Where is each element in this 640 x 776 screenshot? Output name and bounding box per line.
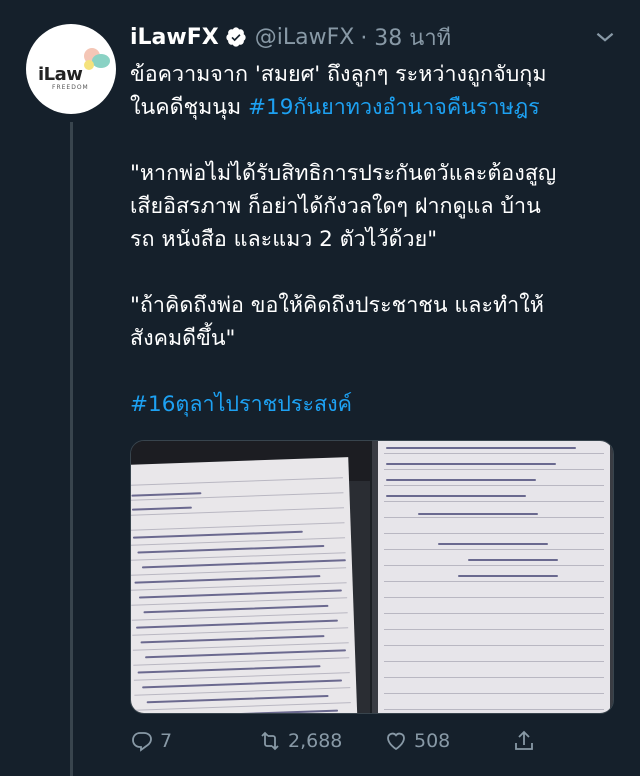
thread-line <box>70 122 73 776</box>
avatar-logo-text: iLaw <box>38 64 83 85</box>
like-button[interactable]: 508 <box>384 729 450 753</box>
logo-shape <box>84 60 94 70</box>
like-count: 508 <box>414 730 451 752</box>
verified-badge-icon <box>225 26 247 48</box>
tweet-header: iLawFX @iLawFX · 38 นาที <box>130 22 451 52</box>
paper-rule-line <box>384 709 604 710</box>
handwriting-stroke <box>140 635 325 644</box>
quote-line: รถ หนังสือ และแมว 2 ตัวไว้ด้วย" <box>130 227 438 252</box>
handwriting-stroke <box>138 589 342 599</box>
logo-shape <box>92 54 110 68</box>
author-handle[interactable]: @iLawFX <box>255 25 355 50</box>
handwriting-stroke <box>386 447 576 449</box>
tweet-line: ในคดีชุมนุม #19กันยาทวงอำนาจคืนราษฎร <box>130 91 626 124</box>
share-icon <box>515 730 533 750</box>
quote-line: "ถ้าคิดถึงพ่อ ขอให้คิดถึงประชาชน และทำให… <box>130 293 544 318</box>
paper-rule-line <box>384 517 604 518</box>
tweet-text: ข้อความจาก 'สมยศ' ถึงลูกๆ ระหว่างถูกจับก… <box>130 58 626 421</box>
avatar[interactable]: iLaw FREEDOM <box>26 24 116 114</box>
hashtag-link[interactable]: #19กันยาทวงอำนาจคืนราษฎร <box>248 95 540 120</box>
paper-rule-line <box>384 453 604 454</box>
paper-rule-line <box>384 549 604 550</box>
handwriting-stroke <box>141 559 346 569</box>
avatar-logo-subtext: FREEDOM <box>52 84 89 91</box>
handwriting-stroke <box>137 544 325 554</box>
chevron-down-icon[interactable] <box>592 24 618 50</box>
quote-line: สังคมดีขึ้น" <box>130 326 236 351</box>
handwriting-stroke <box>145 649 346 659</box>
share-button[interactable] <box>512 729 536 753</box>
reply-count: 7 <box>160 730 173 752</box>
letter-photo-left[interactable] <box>131 441 370 713</box>
handwriting-stroke <box>438 543 548 545</box>
retweet-icon <box>261 731 279 751</box>
paper-rule-line <box>384 613 604 614</box>
paper-rule-line <box>384 629 604 630</box>
handwriting-stroke <box>458 575 558 577</box>
paper-rule-line <box>384 645 604 646</box>
handwriting-stroke <box>386 495 526 497</box>
hashtag-link[interactable]: #16ตุลาไปราชประสงค์ <box>130 392 352 417</box>
handwriting-stroke <box>134 575 321 584</box>
handwriting-stroke <box>146 694 329 704</box>
handwriting-stroke <box>137 665 321 674</box>
paper-rule-line <box>384 469 604 470</box>
retweet-count: 2,688 <box>288 730 343 752</box>
tweet-line-text: ในคดีชุมนุม <box>130 95 249 120</box>
paper-rule-line <box>384 565 604 566</box>
handwriting-stroke <box>132 530 303 539</box>
letter-photo-right[interactable] <box>372 441 613 713</box>
handwriting-stroke <box>131 492 202 497</box>
handwriting-stroke <box>142 679 343 689</box>
handwriting-stroke <box>386 479 536 481</box>
paper-rule-line <box>384 533 604 534</box>
quote-line: เสียอิสรภาพ ก็อย่าได้กังวลใดๆ ฝากดูแล บ้… <box>130 194 541 219</box>
reply-button[interactable]: 7 <box>130 729 172 753</box>
timestamp[interactable]: · 38 นาที <box>360 20 451 55</box>
handwriting-stroke <box>386 463 556 465</box>
paper-rule-line <box>384 597 604 598</box>
tweet-line: ข้อความจาก 'สมยศ' ถึงลูกๆ ระหว่างถูกจับก… <box>130 62 547 87</box>
reply-icon <box>132 732 152 752</box>
handwriting-stroke <box>143 604 329 614</box>
retweet-button[interactable]: 2,688 <box>258 729 342 753</box>
paper-rule-line <box>131 522 345 531</box>
tweet-actions: 7 2,688 508 <box>130 724 610 758</box>
tweet-media[interactable] <box>130 440 614 714</box>
paper-rule-line <box>384 693 604 694</box>
handwriting-stroke <box>131 506 192 511</box>
paper-rule-line <box>384 581 604 582</box>
handwriting-stroke <box>136 619 338 629</box>
author-name[interactable]: iLawFX <box>130 25 219 50</box>
heart-icon <box>387 732 405 751</box>
handwriting-stroke <box>418 513 538 515</box>
quote-line: "หากพ่อไม่ได้รับสิทธิการประกันตวัและต้อง… <box>130 161 557 186</box>
handwriting-stroke <box>139 709 339 713</box>
paper-rule-line <box>384 677 604 678</box>
paper-rule-line <box>131 477 343 486</box>
paper-rule-line <box>384 501 604 502</box>
handwriting-stroke <box>468 559 558 561</box>
paper-rule-line <box>384 485 604 486</box>
paper-rule-line <box>384 661 604 662</box>
